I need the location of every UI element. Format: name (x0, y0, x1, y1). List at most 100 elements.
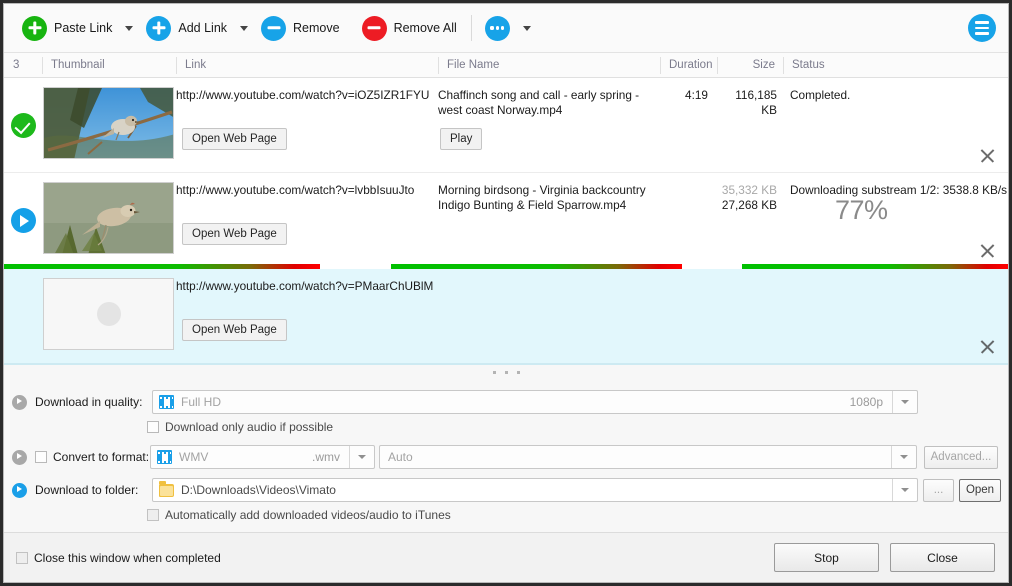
column-count: 3 (4, 57, 42, 74)
table-row[interactable]: http://www.youtube.com/watch?v=PMaarChUB… (4, 269, 1008, 364)
itunes-checkbox[interactable] (147, 509, 159, 521)
hamburger-menu-icon[interactable] (968, 14, 996, 42)
row-remove-icon[interactable] (979, 338, 996, 355)
play-button[interactable]: Play (440, 128, 482, 150)
film-strip-icon (157, 450, 172, 464)
add-link-button[interactable]: Add Link (142, 11, 231, 45)
row-remove-icon[interactable] (979, 147, 996, 164)
row-file-cell: Chaffinch song and call - early spring -… (438, 78, 660, 173)
row-status-text: Completed. (790, 88, 1008, 102)
film-strip-icon (159, 395, 174, 409)
row-remove-icon[interactable] (979, 242, 996, 259)
thumbnail-image[interactable] (43, 87, 174, 159)
remove-button[interactable]: Remove (257, 11, 344, 45)
close-button[interactable]: Close (890, 543, 995, 572)
remove-all-button[interactable]: Remove All (358, 11, 461, 45)
row-link-cell: http://www.youtube.com/watch?v=lvbbIsuuJ… (176, 173, 438, 268)
quality-row: Download in quality: Full HD 1080p (4, 389, 1008, 415)
row-progress-percent: 77% (835, 195, 888, 226)
downloading-play-icon[interactable] (11, 208, 36, 233)
list-column-header: 3 Thumbnail Link File Name Duration Size… (4, 53, 1008, 78)
close-when-completed-checkbox[interactable] (16, 552, 28, 564)
folder-dropdown-icon[interactable] (892, 479, 917, 501)
close-when-completed-label: Close this window when completed (34, 551, 221, 565)
column-file-name[interactable]: File Name (438, 57, 660, 74)
row-state (4, 173, 42, 268)
convert-preset-select[interactable]: Auto (379, 445, 917, 469)
quality-select[interactable]: Full HD 1080p (152, 390, 918, 414)
audio-only-label: Download only audio if possible (165, 420, 333, 434)
quality-dropdown-icon[interactable] (892, 391, 917, 413)
folder-label: Download to folder: (35, 483, 147, 497)
row-size-value: 116,185 KB (717, 88, 777, 118)
column-status[interactable]: Status (783, 57, 1008, 74)
convert-row: Convert to format: WMV .wmv Auto Advance… (4, 444, 1008, 470)
row-file-name: Morning birdsong - Virginia backcountry … (438, 183, 660, 213)
convert-preset-dropdown-icon[interactable] (891, 446, 916, 468)
folder-arrow-icon[interactable] (12, 483, 27, 498)
remove-all-label: Remove All (394, 21, 457, 35)
remove-icon (261, 16, 286, 41)
paste-link-button[interactable]: Paste Link (18, 11, 116, 45)
quality-value: Full HD (181, 395, 850, 409)
quality-label: Download in quality: (35, 395, 147, 409)
quality-arrow-icon[interactable] (12, 395, 27, 410)
more-options-caret[interactable] (523, 26, 531, 31)
column-size[interactable]: Size (717, 57, 783, 74)
completed-check-icon (11, 113, 36, 138)
column-duration[interactable]: Duration (660, 57, 717, 74)
convert-format-select[interactable]: WMV .wmv (150, 445, 375, 469)
bottom-bar: Close this window when completed Stop Cl… (4, 532, 1008, 582)
settings-panel: Download in quality: Full HD 1080p Downl… (4, 380, 1008, 532)
more-dots-icon (485, 16, 510, 41)
column-thumbnail[interactable]: Thumbnail (42, 57, 176, 74)
audio-only-row: Download only audio if possible (4, 415, 1008, 438)
row-file-cell: Morning birdsong - Virginia backcountry … (438, 173, 660, 268)
row-state (4, 78, 42, 173)
row-status-cell (783, 269, 1008, 364)
row-link-cell: http://www.youtube.com/watch?v=PMaarChUB… (176, 269, 438, 364)
browse-folder-button[interactable]: ... (923, 479, 954, 502)
paste-link-dropdown-caret[interactable] (125, 26, 133, 31)
paste-link-label: Paste Link (54, 21, 112, 35)
audio-only-checkbox[interactable] (147, 421, 159, 433)
row-url[interactable]: http://www.youtube.com/watch?v=lvbbIsuuJ… (176, 183, 438, 198)
add-link-icon (146, 16, 171, 41)
convert-arrow-icon[interactable] (12, 450, 27, 465)
add-link-dropdown-caret[interactable] (240, 26, 248, 31)
thumbnail-placeholder[interactable] (43, 278, 174, 350)
row-size-total: 35,332 KB (717, 183, 777, 198)
row-size: 116,185 KB (717, 78, 783, 118)
row-status-cell: Completed. (783, 78, 1008, 173)
open-folder-button[interactable]: Open (959, 479, 1001, 502)
row-link-cell: http://www.youtube.com/watch?v=iOZ5IZR1F… (176, 78, 438, 173)
convert-format-value: WMV (179, 450, 312, 464)
folder-path-select[interactable]: D:\Downloads\Videos\Vimato (152, 478, 918, 502)
row-size-value: 27,268 KB (717, 198, 777, 213)
convert-format-dropdown-icon[interactable] (349, 446, 374, 468)
row-file-cell (438, 269, 660, 364)
column-link[interactable]: Link (176, 57, 438, 74)
advanced-button[interactable]: Advanced... (924, 446, 998, 469)
quality-resolution: 1080p (850, 395, 892, 409)
panel-splitter[interactable] (4, 364, 1008, 380)
more-options-button[interactable] (481, 11, 514, 45)
remove-label: Remove (293, 21, 340, 35)
table-row[interactable]: http://www.youtube.com/watch?v=iOZ5IZR1F… (4, 78, 1008, 173)
table-row[interactable]: http://www.youtube.com/watch?v=lvbbIsuuJ… (4, 173, 1008, 269)
convert-checkbox[interactable] (35, 451, 47, 463)
open-web-page-button[interactable]: Open Web Page (182, 128, 287, 150)
row-url[interactable]: http://www.youtube.com/watch?v=iOZ5IZR1F… (176, 88, 438, 103)
row-state (4, 269, 42, 364)
convert-extension: .wmv (312, 450, 349, 464)
row-thumbnail-cell (42, 269, 176, 350)
stop-button[interactable]: Stop (774, 543, 879, 572)
thumbnail-image[interactable] (43, 182, 174, 254)
toolbar-divider (471, 15, 472, 41)
row-url[interactable]: http://www.youtube.com/watch?v=PMaarChUB… (176, 279, 438, 294)
open-web-page-button[interactable]: Open Web Page (182, 319, 287, 341)
downloader-window: Paste Link Add Link Remove Remove All (3, 3, 1009, 583)
folder-icon (159, 484, 174, 497)
add-link-label: Add Link (178, 21, 227, 35)
open-web-page-button[interactable]: Open Web Page (182, 223, 287, 245)
